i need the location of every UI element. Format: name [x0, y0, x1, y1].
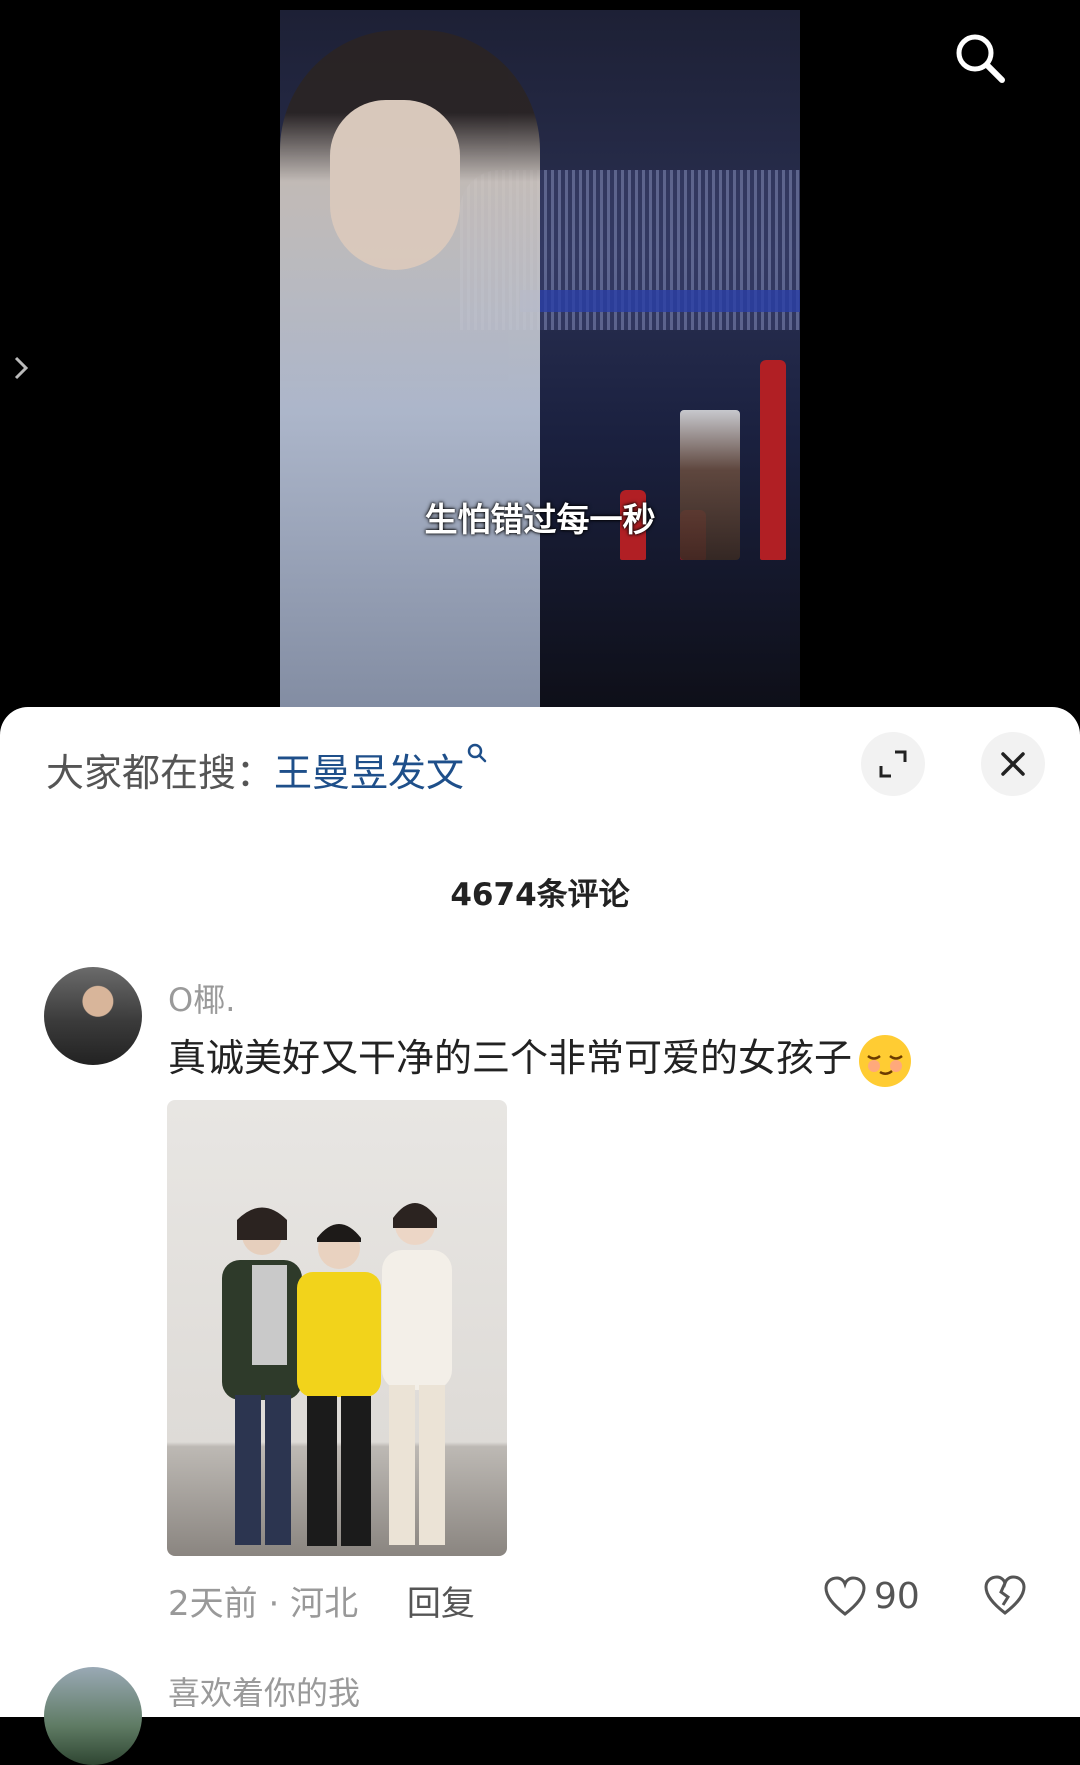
comment-item: 喜欢着你的我 [0, 1665, 1080, 1765]
comment-sheet: 大家都在搜：王曼昱发文 4674条评论 O椰. 真诚美好又干净的三个非常可爱的女… [0, 707, 1080, 1765]
trending-search[interactable]: 大家都在搜：王曼昱发文 [46, 742, 488, 797]
avatar[interactable] [44, 1667, 142, 1765]
trending-keyword[interactable]: 王曼昱发文 [274, 751, 464, 795]
chevron-right-icon[interactable] [10, 350, 34, 386]
search-icon [467, 743, 487, 763]
close-icon [1001, 752, 1025, 776]
video-caption: 生怕错过每一秒 [424, 500, 656, 539]
comment-count: 4674条评论 [450, 877, 630, 913]
expand-icon [879, 750, 907, 778]
comment-time: 2天前 [168, 1584, 258, 1624]
comment-username[interactable]: O椰. [168, 975, 235, 1021]
trending-prefix: 大家都在搜： [46, 751, 275, 795]
broken-heart-icon[interactable] [982, 1572, 1028, 1618]
like-count: 90 [874, 1575, 920, 1617]
ad-board [520, 290, 800, 312]
comment-body: 真诚美好又干净的三个非常可爱的女孩子 [168, 1036, 853, 1080]
search-icon[interactable] [950, 28, 1010, 88]
comment-text: 真诚美好又干净的三个非常可爱的女孩子 [168, 1027, 914, 1090]
comment-photo[interactable] [167, 1100, 507, 1556]
video-person [280, 30, 540, 710]
comment-location: 河北 [290, 1584, 359, 1624]
avatar[interactable] [44, 967, 142, 1065]
comment-username[interactable]: 喜欢着你的我 [168, 1668, 360, 1714]
video-frame [280, 10, 800, 710]
smiling-emoji-icon [859, 1034, 912, 1087]
comment-meta: 2天前 · 河北 回复 [168, 1576, 475, 1625]
expand-button[interactable] [861, 732, 925, 796]
close-button[interactable] [981, 732, 1045, 796]
meta-separator: · [268, 1584, 280, 1624]
comment-item: O椰. 真诚美好又干净的三个非常可爱的女孩子 2天前 · 河北 回复 90 [0, 960, 1080, 1640]
like-button[interactable]: 90 [822, 1574, 920, 1618]
video-player[interactable]: 生怕错过每一秒 [0, 0, 1080, 720]
heart-outline-icon [824, 1576, 866, 1616]
reply-button[interactable]: 回复 [407, 1584, 475, 1624]
group-photo-figures [222, 1203, 452, 1546]
